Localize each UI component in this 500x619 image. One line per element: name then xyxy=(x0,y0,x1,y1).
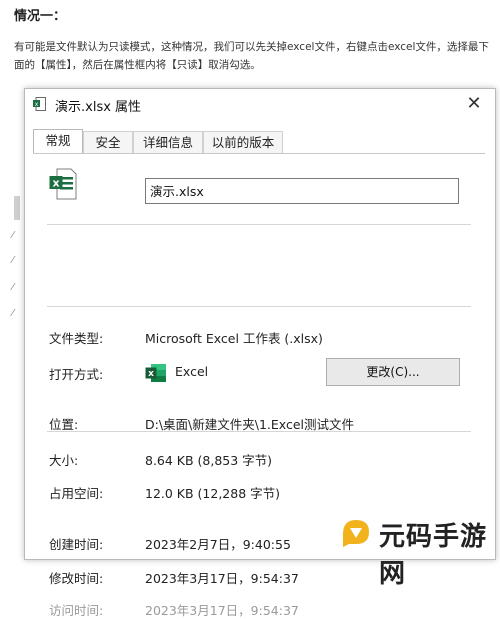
modified-label: 修改时间: xyxy=(49,571,104,586)
background-mark: ⁄ xyxy=(12,255,14,266)
background-left-marks: ⁄ ⁄ ⁄ ⁄ xyxy=(12,130,22,530)
accessed-value: 2023年3月17日，9:54:37 xyxy=(145,603,299,618)
properties-dialog: x 演示.xlsx 属性 ✕ 常规 安全 详细信息 以前的版本 x 演示.xls… xyxy=(24,88,496,618)
article-heading: 情况一： xyxy=(14,9,67,24)
file-type-value: Microsoft Excel 工作表 (.xlsx) xyxy=(145,331,323,346)
tab-details[interactable]: 详细信息 xyxy=(133,131,203,153)
created-value: 2023年2月7日，9:40:55 xyxy=(145,537,291,552)
change-button[interactable]: 更改(C)... xyxy=(326,358,460,386)
excel-file-large-icon: x xyxy=(49,168,77,200)
modified-value: 2023年3月17日，9:54:37 xyxy=(145,571,299,586)
general-panel: x 演示.xlsx 文件类型: Microsoft Excel 工作表 (.xl… xyxy=(33,153,485,618)
watermark-logo-icon xyxy=(343,520,369,547)
tab-previous-versions[interactable]: 以前的版本 xyxy=(203,131,283,153)
close-icon: ✕ xyxy=(466,93,482,114)
divider xyxy=(47,224,471,225)
background-mark: ⁄ xyxy=(12,308,14,319)
excel-app-icon: x xyxy=(145,364,166,382)
tab-general[interactable]: 常规 xyxy=(33,129,83,153)
close-button[interactable]: ✕ xyxy=(463,93,485,115)
disk-size-value: 12.0 KB (12,288 字节) xyxy=(145,486,281,501)
svg-text:x: x xyxy=(148,369,154,379)
background-mark: ⁄ xyxy=(12,282,14,293)
size-label: 大小: xyxy=(49,453,79,468)
excel-file-icon: x xyxy=(33,97,46,111)
divider xyxy=(47,431,471,432)
dialog-title: 演示.xlsx 属性 xyxy=(55,100,142,115)
created-label: 创建时间: xyxy=(49,537,104,552)
open-with-label: 打开方式: xyxy=(49,367,104,382)
article-paragraph: 有可能是文件默认为只读模式，这种情况，我们可以先关掉excel文件，右键点击ex… xyxy=(14,41,489,71)
size-value: 8.64 KB (8,853 字节) xyxy=(145,453,273,468)
file-name-input[interactable]: 演示.xlsx xyxy=(145,178,459,204)
svg-text:x: x xyxy=(35,101,39,108)
accessed-label: 访问时间: xyxy=(49,603,104,618)
file-type-label: 文件类型: xyxy=(49,331,104,346)
watermark-text: 元码手游网 xyxy=(379,522,488,589)
svg-text:x: x xyxy=(52,177,59,190)
watermark: 元码手游网 xyxy=(335,510,500,589)
divider xyxy=(47,306,471,307)
tab-security[interactable]: 安全 xyxy=(83,131,133,153)
open-with-value: Excel xyxy=(175,364,209,379)
background-mark: ⁄ xyxy=(12,230,14,241)
disk-size-label: 占用空间: xyxy=(49,486,104,501)
dialog-titlebar[interactable]: x 演示.xlsx 属性 ✕ xyxy=(25,89,495,119)
